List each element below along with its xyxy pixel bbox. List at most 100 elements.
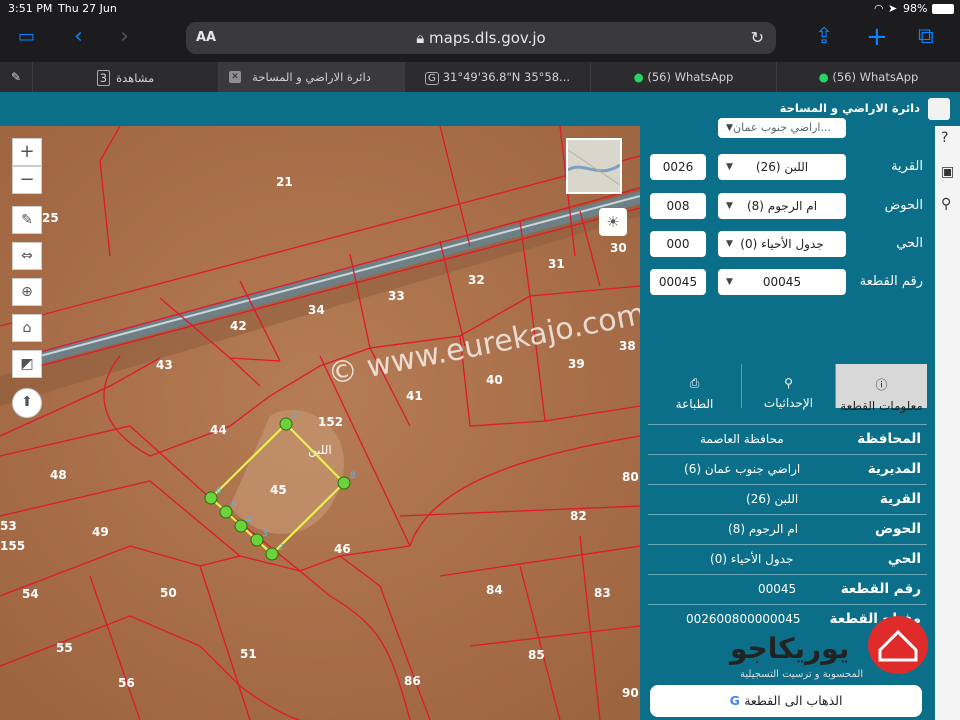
tab-parcel-info-label: معلومات القطعة <box>840 399 923 413</box>
new-tab-icon[interactable]: + <box>866 22 888 52</box>
tab-parcel-info[interactable]: ⓘ معلومات القطعة <box>835 364 927 413</box>
parcel-label: 33 <box>388 289 405 303</box>
parcel-label: 45 <box>270 483 287 497</box>
tab-bar: ✎ 3 مشاهدة ✕ دائرة الاراضي و المساحة G 31°… <box>0 62 960 92</box>
location-arrow-icon: ➤ <box>888 2 898 15</box>
tab-print[interactable]: ⎙ الطباعة <box>648 364 741 411</box>
battery-level: 98% <box>903 2 928 15</box>
back-icon[interactable]: ‹ <box>74 24 83 49</box>
tab-badge: 3 <box>96 70 111 86</box>
neighborhood-code-input[interactable]: 000 <box>650 231 706 257</box>
mini-map-graphic <box>568 149 620 186</box>
parcel-label: 155 <box>0 539 25 553</box>
info-value: اللبن (26) <box>746 492 799 506</box>
parcel-label: 32 <box>468 273 485 287</box>
parcel-label: 51 <box>240 647 257 661</box>
share-icon[interactable]: ⇪ <box>815 24 833 49</box>
location-pin-icon[interactable]: ⚲ <box>941 196 951 212</box>
info-label: القرية <box>879 491 921 507</box>
parcel-label: 44 <box>210 423 227 437</box>
parcel-label: 42 <box>230 319 247 333</box>
village-code-input[interactable]: 0026 <box>650 154 706 180</box>
parcel-label: 56 <box>118 676 135 690</box>
parcel-label: 80 <box>622 470 639 484</box>
brand-mark <box>878 629 918 662</box>
vertex-label: 4 <box>246 515 252 525</box>
tab-whatsapp-2[interactable]: ● (56) WhatsApp <box>776 62 960 92</box>
parcel-label: 84 <box>486 583 503 597</box>
vertex-label: 6 <box>216 486 222 496</box>
info-value: ام الرجوم (8) <box>728 522 799 536</box>
info-value: جدول الأحياء (0) <box>710 552 794 566</box>
info-label: الحوض <box>874 521 921 537</box>
vertex-label: 5 <box>231 501 237 511</box>
layers-icon[interactable]: ▣ <box>941 164 954 180</box>
basin-select-value: ام الرجوم (8) <box>746 199 818 213</box>
forward-icon[interactable]: › <box>120 24 129 49</box>
parcel-label: 90 <box>622 686 639 700</box>
info-row-parcel-number: رقم القطعة 00045 <box>648 574 927 604</box>
zoom-in-button[interactable]: + <box>12 138 42 166</box>
status-time: 3:51 PM <box>8 2 53 15</box>
info-value: محافظة العاصمة <box>700 432 784 446</box>
parcel-label: 34 <box>308 303 325 317</box>
overview-mini-map[interactable] <box>566 138 622 194</box>
app-title: دائرة الاراضي و المساحة <box>779 101 920 115</box>
tab-pinned[interactable]: ✎ <box>0 62 32 92</box>
address-bar[interactable]: AA 🔒︎ maps.dls.gov.jo ↻ <box>186 22 776 54</box>
info-row-directorate: المديرية اراضي جنوب عمان (6) <box>648 454 927 484</box>
help-icon[interactable]: ? <box>941 130 948 146</box>
status-date: Thu 27 Jun <box>58 2 117 15</box>
vertex-label: 8 <box>350 471 356 481</box>
tab-coordinates[interactable]: G 31°49'36.8"N 35°58... <box>404 62 590 92</box>
neighborhood-select[interactable]: ▼ جدول الأحياء (0) <box>718 231 846 257</box>
zoom-out-button[interactable]: − <box>12 166 42 194</box>
tab-whatsapp-1[interactable]: ● (56) WhatsApp <box>590 62 776 92</box>
tab-coordinates[interactable]: ⚲ الإحداثيات <box>741 364 835 410</box>
info-value: 002600800000045 <box>686 612 801 626</box>
chevron-down-icon: ▼ <box>726 123 733 133</box>
village-select[interactable]: ▼ اللبن (26) <box>718 154 846 180</box>
parcel-select[interactable]: ▼ 00045 <box>718 269 846 295</box>
info-label: الحي <box>887 551 921 567</box>
neighborhood-select-value: جدول الأحياء (0) <box>740 237 824 251</box>
parcel-label: 21 <box>276 175 293 189</box>
parcel-label: 30 <box>610 241 627 255</box>
directorate-select[interactable]: ▼ اراضي جنوب عمان... <box>718 118 846 138</box>
home-icon[interactable]: ⌂ <box>12 314 42 342</box>
info-row-village: القرية اللبن (26) <box>648 484 927 514</box>
info-icon: ⓘ <box>875 378 888 392</box>
draw-tool-icon[interactable]: ✎ <box>12 206 42 234</box>
parcel-code-input[interactable]: 00045 <box>650 269 706 295</box>
compass-icon[interactable]: ⬆ <box>12 388 42 418</box>
area-tool-icon[interactable]: ◩ <box>12 350 42 378</box>
info-value: 00045 <box>758 582 797 596</box>
location-pin-icon: ⚲ <box>784 376 793 390</box>
sidebar-toggle-icon[interactable]: ▭ <box>18 26 35 47</box>
parcel-label: 55 <box>56 641 73 655</box>
info-label: رقم القطعة <box>840 581 921 597</box>
locate-icon[interactable]: ⊕ <box>12 278 42 306</box>
parcel-label: 39 <box>568 357 585 371</box>
tab-mushahada[interactable]: 3 مشاهدة <box>32 62 218 92</box>
info-row-basin: الحوض ام الرجوم (8) <box>648 514 927 544</box>
url-value: maps.dls.gov.jo <box>429 29 546 47</box>
basin-code-input[interactable]: 008 <box>650 193 706 219</box>
reload-icon[interactable]: ↻ <box>751 28 764 47</box>
tabs-icon[interactable]: ⧉ <box>918 24 934 49</box>
basin-select[interactable]: ▼ ام الرجوم (8) <box>718 193 846 219</box>
parcel-map: 21 25 30 31 32 33 34 38 39 40 41 42 43 4… <box>0 126 640 720</box>
tab-dls[interactable]: ✕ دائرة الاراضي و المساحة <box>218 62 404 92</box>
pinned-tab-icon: ✎ <box>10 70 22 84</box>
vertex-label: 2 <box>278 543 284 553</box>
directorate-value: اراضي جنوب عمان... <box>733 121 831 134</box>
goto-parcel-button[interactable]: G الذهاب الى القطعة <box>650 685 922 717</box>
google-icon: G <box>729 693 745 708</box>
tab-label: 31°49'36.8"N 35°58... <box>442 70 571 84</box>
map-canvas[interactable]: 21 25 30 31 32 33 34 38 39 40 41 42 43 4… <box>0 126 640 720</box>
parcel-label: 82 <box>570 509 587 523</box>
basemap-toggle-icon[interactable]: ☀ <box>599 208 627 236</box>
measure-tool-icon[interactable]: ⇔ <box>12 242 42 270</box>
parcel-label: 38 <box>619 339 636 353</box>
brand-name: يوريكاجو <box>730 632 850 665</box>
